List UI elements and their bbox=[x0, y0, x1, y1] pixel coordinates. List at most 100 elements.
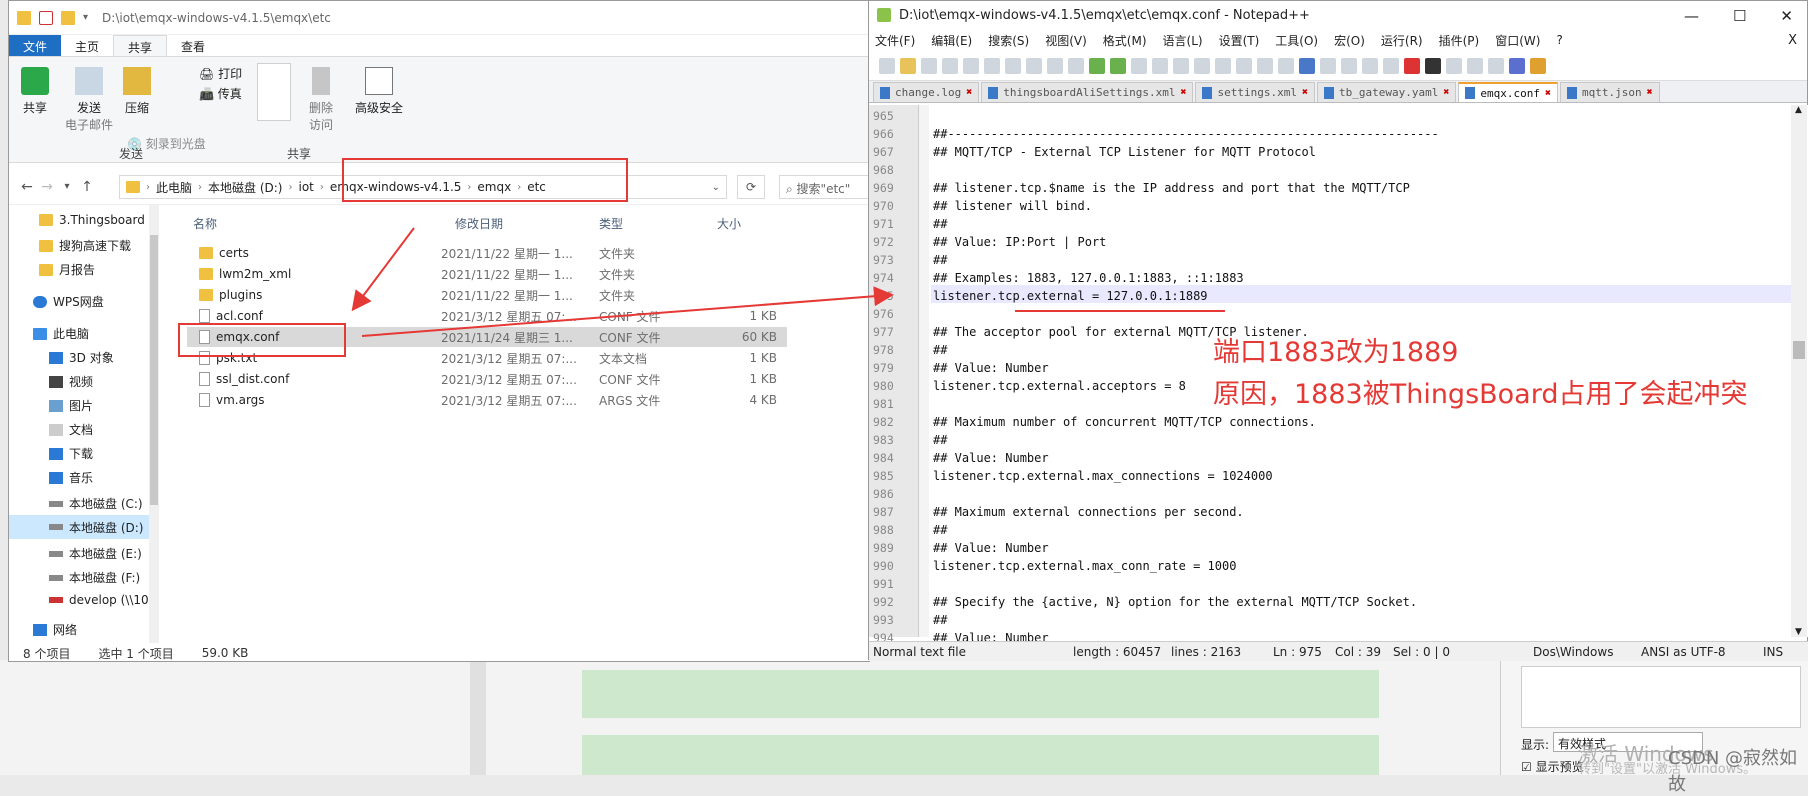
file-row[interactable]: certs 2021/11/22 星期一 1... 文件夹 bbox=[187, 243, 787, 263]
close-icon[interactable]: ✕ bbox=[1780, 7, 1793, 25]
nav-item[interactable]: 3.Thingsboard bbox=[39, 213, 145, 227]
word-wrap-icon[interactable] bbox=[1257, 57, 1273, 74]
maximize-icon[interactable]: ☐ bbox=[1733, 7, 1746, 25]
code-line[interactable]: ## Maximum number of concurrent MQTT/TCP… bbox=[933, 415, 1316, 429]
scroll-down-icon[interactable]: ▼ bbox=[1795, 627, 1802, 637]
code-line[interactable]: ## MQTT/TCP - External TCP Listener for … bbox=[933, 145, 1316, 159]
nav-item[interactable]: 月报告 bbox=[39, 261, 95, 278]
menu-macro[interactable]: 宏(O) bbox=[1334, 32, 1365, 49]
menu-window[interactable]: 窗口(W) bbox=[1495, 32, 1540, 49]
nav-item[interactable]: 文档 bbox=[49, 421, 93, 438]
function-list-icon[interactable] bbox=[1341, 57, 1357, 74]
nav-item[interactable]: WPS网盘 bbox=[33, 293, 104, 310]
scroll-thumb[interactable] bbox=[150, 235, 158, 505]
sync-scroll-icon[interactable] bbox=[1215, 57, 1231, 74]
breadcrumb-item[interactable]: iot bbox=[298, 180, 313, 194]
show-all-chars-icon[interactable] bbox=[1278, 57, 1294, 74]
editor-scrollbar[interactable]: ▲ ▼ bbox=[1791, 105, 1807, 637]
recent-locations-icon[interactable]: ▾ bbox=[57, 181, 77, 192]
code-line[interactable]: ## Value: Number bbox=[933, 541, 1049, 555]
breadcrumb-item[interactable]: 本地磁盘 (D:) bbox=[208, 179, 282, 196]
chevron-down-icon[interactable]: ⌄ bbox=[712, 182, 720, 193]
code-line[interactable]: ## Examples: 1883, 127.0.0.1:1883, ::1:1… bbox=[933, 271, 1244, 285]
nav-item-selected[interactable]: 本地磁盘 (D:) bbox=[9, 515, 159, 539]
tab-document[interactable]: mqtt.json ✖ bbox=[1560, 82, 1660, 102]
search-input[interactable]: ⌕ 搜索"etc" bbox=[779, 175, 869, 199]
breadcrumb-item[interactable]: 此电脑 bbox=[156, 179, 192, 196]
code-line[interactable]: ## listener will bind. bbox=[933, 199, 1092, 213]
nav-item[interactable]: 3D 对象 bbox=[49, 349, 114, 366]
redo-icon[interactable] bbox=[1110, 57, 1126, 74]
preview-checkbox[interactable]: ☑ 显示预览 bbox=[1521, 758, 1584, 775]
menu-view[interactable]: 视图(V) bbox=[1045, 32, 1087, 49]
folder-workspace-icon[interactable] bbox=[1362, 57, 1378, 74]
properties-icon[interactable] bbox=[39, 10, 53, 25]
code-editor[interactable]: 965 966 ##--------------------------------… bbox=[869, 105, 1808, 645]
tab-document-active[interactable]: emqx.conf ✖ bbox=[1458, 82, 1559, 102]
spellcheck-icon[interactable] bbox=[1509, 57, 1525, 74]
nav-item[interactable]: 此电脑 bbox=[33, 325, 89, 342]
run-macro-multiple-icon[interactable] bbox=[1467, 57, 1483, 74]
refresh-button[interactable]: ⟳ bbox=[737, 175, 765, 199]
record-macro-icon[interactable] bbox=[1404, 57, 1420, 74]
nav-item[interactable]: 本地磁盘 (E:) bbox=[49, 545, 142, 562]
zoom-in-icon[interactable] bbox=[1173, 57, 1189, 74]
code-line[interactable]: ## Maximum external connections per seco… bbox=[933, 505, 1244, 519]
code-line[interactable]: listener.tcp.external = 127.0.0.1:1889 bbox=[933, 289, 1208, 303]
new-folder-icon[interactable] bbox=[61, 10, 75, 25]
find-icon[interactable] bbox=[1131, 57, 1147, 74]
forward-icon[interactable]: → bbox=[37, 179, 57, 195]
play-macro-icon[interactable] bbox=[1446, 57, 1462, 74]
up-icon[interactable]: ↑ bbox=[77, 179, 97, 195]
code-line[interactable]: ## bbox=[933, 433, 947, 447]
column-date[interactable]: 修改日期 bbox=[455, 215, 503, 232]
copy-icon[interactable] bbox=[1047, 57, 1063, 74]
code-line[interactable]: ## bbox=[933, 253, 947, 267]
nav-item[interactable]: 音乐 bbox=[49, 469, 93, 486]
nav-item[interactable]: 图片 bbox=[49, 397, 93, 414]
save-macro-icon[interactable] bbox=[1488, 57, 1504, 74]
tab-document[interactable]: tb_gateway.yaml ✖ bbox=[1317, 82, 1457, 102]
code-line[interactable]: ## Value: Number bbox=[933, 361, 1049, 375]
nav-scrollbar[interactable] bbox=[149, 205, 159, 643]
file-row[interactable]: lwm2m_xml 2021/11/22 星期一 1... 文件夹 bbox=[187, 264, 787, 284]
zip-button[interactable]: 压缩 bbox=[119, 67, 155, 116]
undo-icon[interactable] bbox=[1089, 57, 1105, 74]
nav-item[interactable]: 网络 bbox=[33, 621, 77, 638]
doc-map-icon[interactable] bbox=[1320, 57, 1336, 74]
code-line[interactable]: listener.tcp.external.acceptors = 8 bbox=[933, 379, 1186, 393]
sync-horizontal-icon[interactable] bbox=[1236, 57, 1252, 74]
new-file-icon[interactable] bbox=[879, 57, 895, 74]
share-with-list[interactable] bbox=[257, 63, 291, 121]
print-button[interactable]: 🖨 打印 bbox=[199, 65, 242, 82]
print-icon[interactable] bbox=[1005, 57, 1021, 74]
column-name[interactable]: 名称 bbox=[193, 215, 217, 232]
code-line[interactable]: ## Value: Number bbox=[933, 451, 1049, 465]
code-line[interactable]: listener.tcp.external.max_connections = … bbox=[933, 469, 1273, 483]
code-line[interactable]: ## Specify the {active, N} option for th… bbox=[933, 595, 1417, 609]
nav-item[interactable]: 本地磁盘 (F:) bbox=[49, 569, 140, 586]
minimize-icon[interactable]: — bbox=[1684, 7, 1699, 25]
menu-tools[interactable]: 工具(O) bbox=[1275, 32, 1318, 49]
open-file-icon[interactable] bbox=[900, 57, 916, 74]
menu-search[interactable]: 搜索(S) bbox=[988, 32, 1029, 49]
nav-item[interactable]: 搜狗高速下载 bbox=[39, 237, 131, 254]
zoom-out-icon[interactable] bbox=[1194, 57, 1210, 74]
menu-file[interactable]: 文件(F) bbox=[875, 32, 915, 49]
tab-document[interactable]: thingsboardAliSettings.xml ✖ bbox=[981, 82, 1194, 102]
stop-macro-icon[interactable] bbox=[1425, 57, 1441, 74]
spellcheck-settings-icon[interactable] bbox=[1530, 57, 1546, 74]
code-line[interactable]: ## bbox=[933, 343, 947, 357]
save-icon[interactable] bbox=[921, 57, 937, 74]
file-row[interactable]: vm.args 2021/3/12 星期五 07:... ARGS 文件 4 KB bbox=[187, 390, 787, 410]
nav-item[interactable]: 本地磁盘 (C:) bbox=[49, 495, 143, 512]
chevron-down-icon[interactable]: ▾ bbox=[83, 12, 88, 23]
nav-item[interactable]: 视频 bbox=[49, 373, 93, 390]
tab-document[interactable]: change.log ✖ bbox=[873, 82, 980, 102]
remove-access-button[interactable]: 删除 访问 bbox=[299, 67, 343, 133]
tab-view[interactable]: 查看 bbox=[167, 35, 219, 56]
advanced-security-button[interactable]: 高级安全 bbox=[349, 67, 409, 116]
tab-file[interactable]: 文件 bbox=[9, 35, 62, 56]
share-button[interactable]: 共享 bbox=[17, 67, 53, 116]
fax-button[interactable]: 📠 传真 bbox=[199, 85, 242, 102]
